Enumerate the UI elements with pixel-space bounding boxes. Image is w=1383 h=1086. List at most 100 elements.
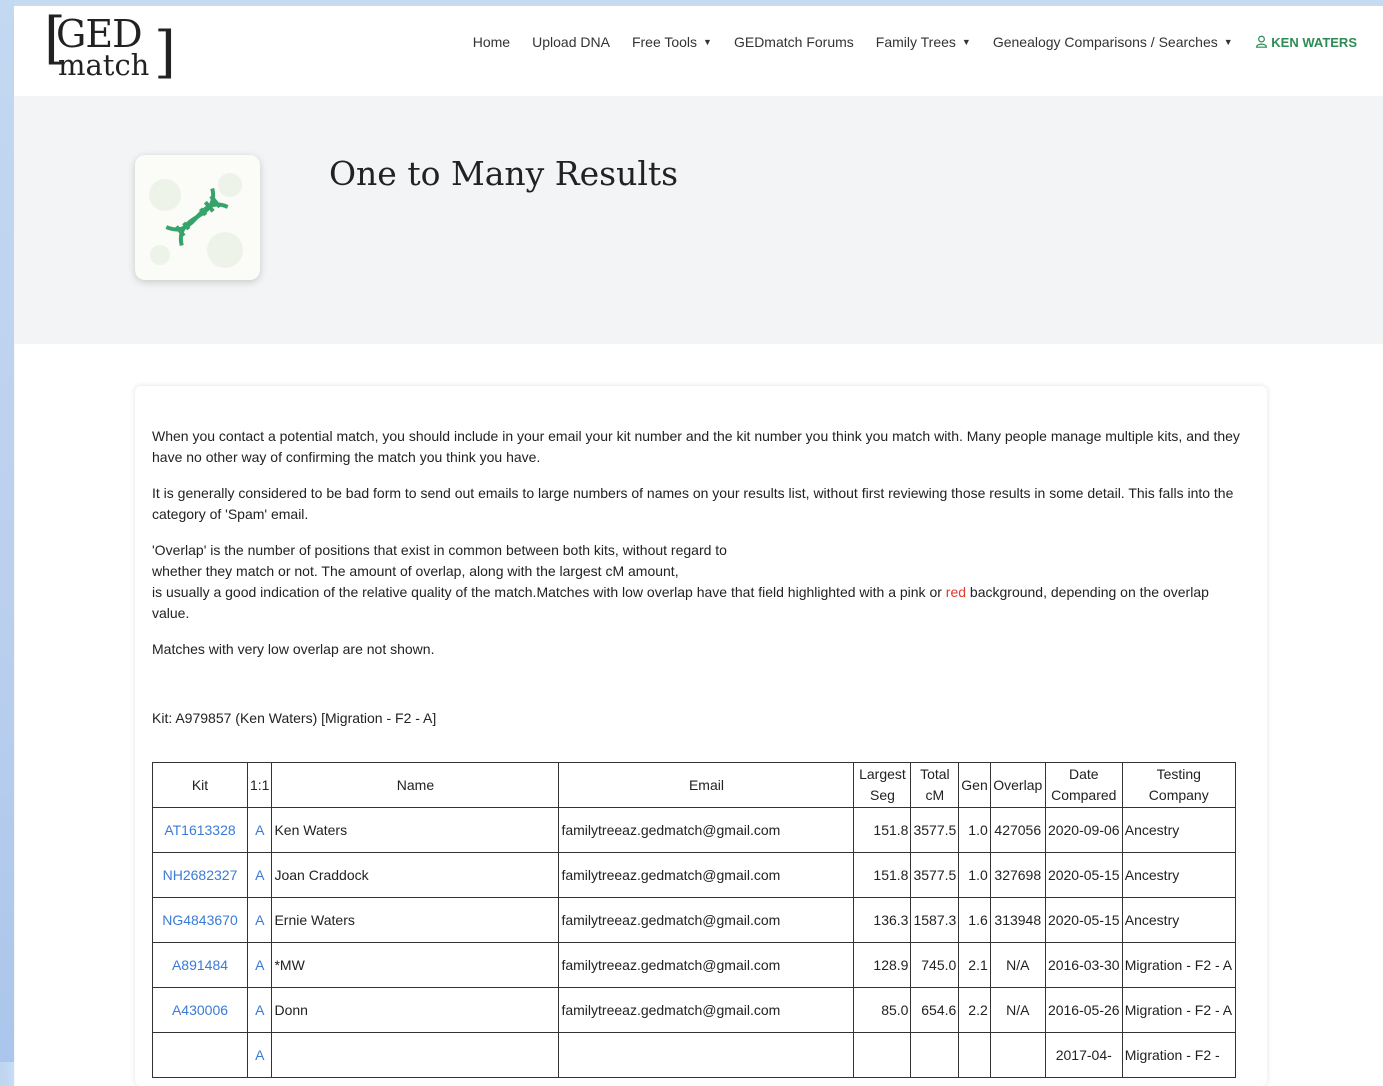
nav-user-menu[interactable]: KEN WATERS bbox=[1255, 35, 1357, 50]
match-email[interactable]: familytreeaz.gedmatch@gmail.com bbox=[558, 897, 855, 943]
col-testing-company[interactable]: Testing Company bbox=[1121, 762, 1236, 808]
table-row: AT1613328 A Ken Waters familytreeaz.gedmatc… bbox=[152, 807, 1236, 853]
match-email[interactable] bbox=[558, 1032, 855, 1078]
total-cm: 1587.3 bbox=[910, 897, 960, 943]
match-email[interactable]: familytreeaz.gedmatch@gmail.com bbox=[558, 942, 855, 988]
col-gen[interactable]: Gen bbox=[958, 762, 991, 808]
kit-summary: Kit: A979857 (Ken Waters) [Migration - F… bbox=[152, 710, 437, 726]
match-email[interactable]: familytreeaz.gedmatch@gmail.com bbox=[558, 807, 855, 853]
total-cm: 3577.5 bbox=[910, 852, 960, 898]
one-to-one-link[interactable]: A bbox=[246, 987, 273, 1033]
col-name[interactable]: Name bbox=[271, 762, 560, 808]
user-name: KEN WATERS bbox=[1271, 34, 1357, 50]
gedmatch-logo[interactable]: [ GED match ] bbox=[44, 6, 176, 85]
caret-down-icon: ▼ bbox=[703, 37, 712, 47]
date-compared: 2017-04- bbox=[1044, 1032, 1123, 1078]
date-compared: 2016-05-26 bbox=[1044, 987, 1123, 1033]
col-largest-seg[interactable]: Largest Seg bbox=[853, 762, 912, 808]
caret-down-icon: ▼ bbox=[1223, 37, 1233, 47]
col-total-cm[interactable]: Total cM bbox=[910, 762, 960, 808]
one-to-one-link[interactable]: A bbox=[246, 852, 273, 898]
intro-paragraph-3: 'Overlap' is the number of positions tha… bbox=[152, 540, 1244, 624]
largest-seg bbox=[853, 1032, 912, 1078]
largest-seg: 151.8 bbox=[853, 852, 912, 898]
logo-match: match bbox=[58, 48, 150, 82]
overlap: 427056 bbox=[989, 807, 1046, 853]
total-cm: 3577.5 bbox=[910, 807, 960, 853]
col-one-to-one[interactable]: 1:1 bbox=[246, 762, 273, 808]
table-row: NG4843670 A Ernie Waters familytreeaz.gedma… bbox=[152, 897, 1236, 943]
nav-free-tools[interactable]: Free Tools ▼ bbox=[632, 34, 712, 50]
match-email[interactable]: familytreeaz.gedmatch@gmail.com bbox=[558, 987, 855, 1033]
testing-company: Migration - F2 - A bbox=[1121, 942, 1236, 988]
intro-paragraph-4: Matches with very low overlap are not sh… bbox=[152, 641, 435, 657]
match-name: Donn bbox=[271, 987, 560, 1033]
overlap-text-c: is usually a good indication of the rela… bbox=[152, 584, 946, 600]
one-to-one-link[interactable]: A bbox=[246, 942, 273, 988]
kit-link[interactable]: NG4843670 bbox=[152, 897, 248, 943]
dna-icon-card bbox=[135, 155, 260, 280]
gen bbox=[958, 1032, 991, 1078]
match-name: Joan Craddock bbox=[271, 852, 560, 898]
results-table: Kit 1:1 Name Email Largest Seg Total cM Ge… bbox=[152, 762, 1236, 1078]
overlap bbox=[989, 1032, 1046, 1078]
match-name: *MW bbox=[271, 942, 560, 988]
one-to-one-link[interactable]: A bbox=[246, 1032, 273, 1078]
window-left-border bbox=[0, 0, 14, 1062]
date-compared: 2020-05-15 bbox=[1044, 852, 1123, 898]
testing-company: Migration - F2 - bbox=[1121, 1032, 1236, 1078]
largest-seg: 151.8 bbox=[853, 807, 912, 853]
gen: 2.2 bbox=[958, 987, 991, 1033]
col-date-compared[interactable]: Date Compared bbox=[1044, 762, 1123, 808]
col-overlap[interactable]: Overlap bbox=[989, 762, 1046, 808]
overlap-text-b: whether they match or not. The amount of… bbox=[152, 563, 679, 579]
testing-company: Migration - F2 - A bbox=[1121, 987, 1236, 1033]
total-cm: 654.6 bbox=[910, 987, 960, 1033]
kit-link[interactable]: NH2682327 bbox=[152, 852, 248, 898]
overlap: 313948 bbox=[989, 897, 1046, 943]
nav-upload-dna[interactable]: Upload DNA bbox=[532, 34, 610, 50]
nav-home[interactable]: Home bbox=[473, 34, 510, 50]
date-compared: 2016-03-30 bbox=[1044, 942, 1123, 988]
testing-company: Ancestry bbox=[1121, 807, 1236, 853]
kit-link[interactable]: A891484 bbox=[152, 942, 248, 988]
one-to-one-link[interactable]: A bbox=[246, 897, 273, 943]
logo-bracket-right: ] bbox=[154, 20, 176, 85]
kit-link[interactable]: AT1613328 bbox=[152, 807, 248, 853]
nav-free-tools-label: Free Tools bbox=[631, 34, 698, 50]
testing-company: Ancestry bbox=[1121, 852, 1236, 898]
col-kit[interactable]: Kit bbox=[152, 762, 248, 808]
date-compared: 2020-09-06 bbox=[1044, 807, 1123, 853]
col-email[interactable]: Email bbox=[558, 762, 855, 808]
match-email[interactable]: familytreeaz.gedmatch@gmail.com bbox=[558, 852, 855, 898]
overlap: N/A bbox=[989, 942, 1046, 988]
overlap: 327698 bbox=[989, 852, 1046, 898]
overlap-text-a: 'Overlap' is the number of positions tha… bbox=[152, 542, 727, 558]
table-row: NH2682327 A Joan Craddock familytreeaz.gedm… bbox=[152, 852, 1236, 898]
testing-company: Ancestry bbox=[1121, 897, 1236, 943]
gen: 1.6 bbox=[958, 897, 991, 943]
kit-link[interactable]: A430006 bbox=[152, 987, 248, 1033]
gen: 1.0 bbox=[958, 807, 991, 853]
date-compared: 2020-05-15 bbox=[1044, 897, 1123, 943]
match-name: Ernie Waters bbox=[271, 897, 560, 943]
nav-family-trees[interactable]: Family Trees ▼ bbox=[876, 34, 971, 50]
gen: 2.1 bbox=[958, 942, 991, 988]
overlap-red-word: red bbox=[945, 584, 967, 600]
table-row: A 2017-04- Migration - F2 - bbox=[152, 1032, 1236, 1078]
gen: 1.0 bbox=[958, 852, 991, 898]
one-to-one-link[interactable]: A bbox=[246, 807, 273, 853]
nav-genealogy-label: Genealogy Comparisons / Searches bbox=[992, 34, 1218, 50]
table-header-row: Kit 1:1 Name Email Largest Seg Total cM Ge… bbox=[152, 762, 1236, 808]
dna-icon bbox=[149, 173, 243, 268]
page-hero: One to Many Results bbox=[14, 96, 1383, 344]
nav-forums[interactable]: GEDmatch Forums bbox=[734, 34, 854, 50]
nav-genealogy-comparisons[interactable]: Genealogy Comparisons / Searches ▼ bbox=[993, 34, 1233, 50]
site-header: [ GED match ] Home Upload DNA Free Tools… bbox=[14, 6, 1383, 96]
largest-seg: 85.0 bbox=[853, 987, 912, 1033]
main-nav: Home Upload DNA Free Tools ▼ GEDmatch For… bbox=[473, 34, 1357, 50]
kit-link[interactable] bbox=[152, 1032, 248, 1078]
intro-text: When you contact a potential match, you … bbox=[152, 426, 1244, 729]
user-icon bbox=[1255, 35, 1267, 48]
results-card: When you contact a potential match, you … bbox=[135, 386, 1267, 1086]
